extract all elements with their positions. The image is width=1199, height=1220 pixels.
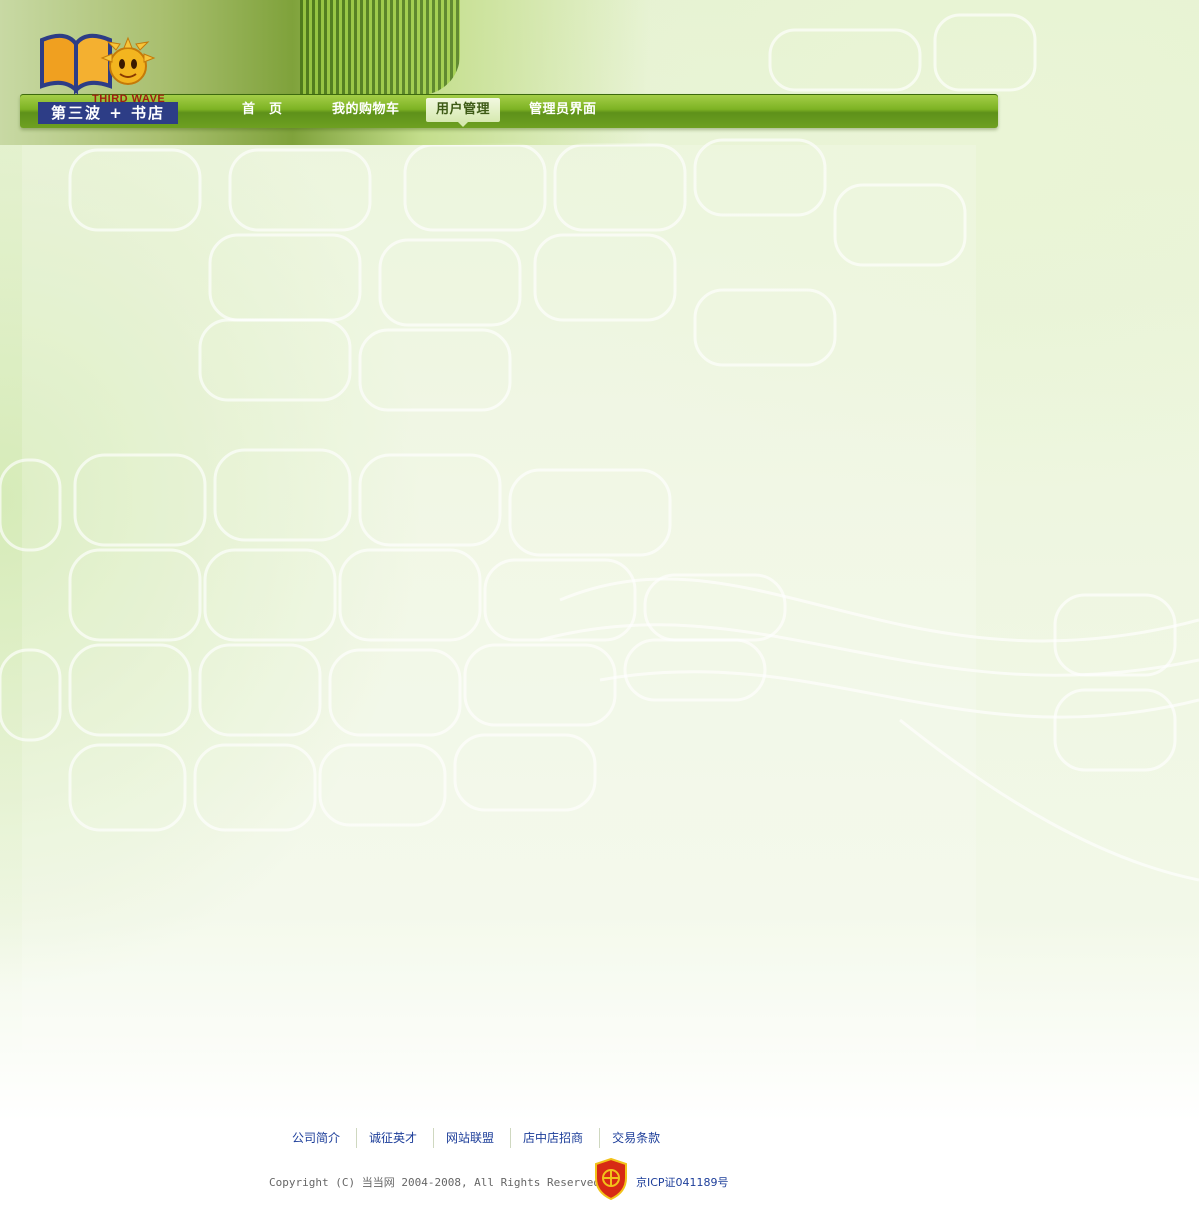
footer-link-terms[interactable]: 交易条款: [600, 1128, 676, 1148]
main-content-area: [22, 145, 976, 1050]
nav-user-management[interactable]: 用户管理: [426, 98, 501, 127]
nav-admin[interactable]: 管理员界面: [529, 94, 597, 128]
footer-link-about[interactable]: 公司简介: [280, 1128, 358, 1148]
nav-home[interactable]: 首 页: [242, 94, 283, 128]
copyright-text: Copyright (C) 当当网 2004-2008, All Rights …: [269, 1176, 601, 1189]
logo[interactable]: THIRD WAVE 第三波 + 书店: [36, 30, 181, 128]
book-sun-icon: [40, 33, 156, 95]
police-badge-icon[interactable]: [594, 1158, 628, 1200]
footer-link-affiliates[interactable]: 网站联盟: [434, 1128, 512, 1148]
nav-cart[interactable]: 我的购物车: [332, 94, 400, 128]
logo-title: 第三波 + 书店: [38, 102, 178, 124]
footer-link-merchants[interactable]: 店中店招商: [511, 1128, 601, 1148]
footer-links: 公司简介 诚征英才 网站联盟 店中店招商 交易条款: [280, 1128, 676, 1148]
header-decoration: [300, 0, 460, 95]
footer-link-careers[interactable]: 诚征英才: [357, 1128, 435, 1148]
icp-license-link[interactable]: 京ICP证041189号: [636, 1174, 729, 1190]
